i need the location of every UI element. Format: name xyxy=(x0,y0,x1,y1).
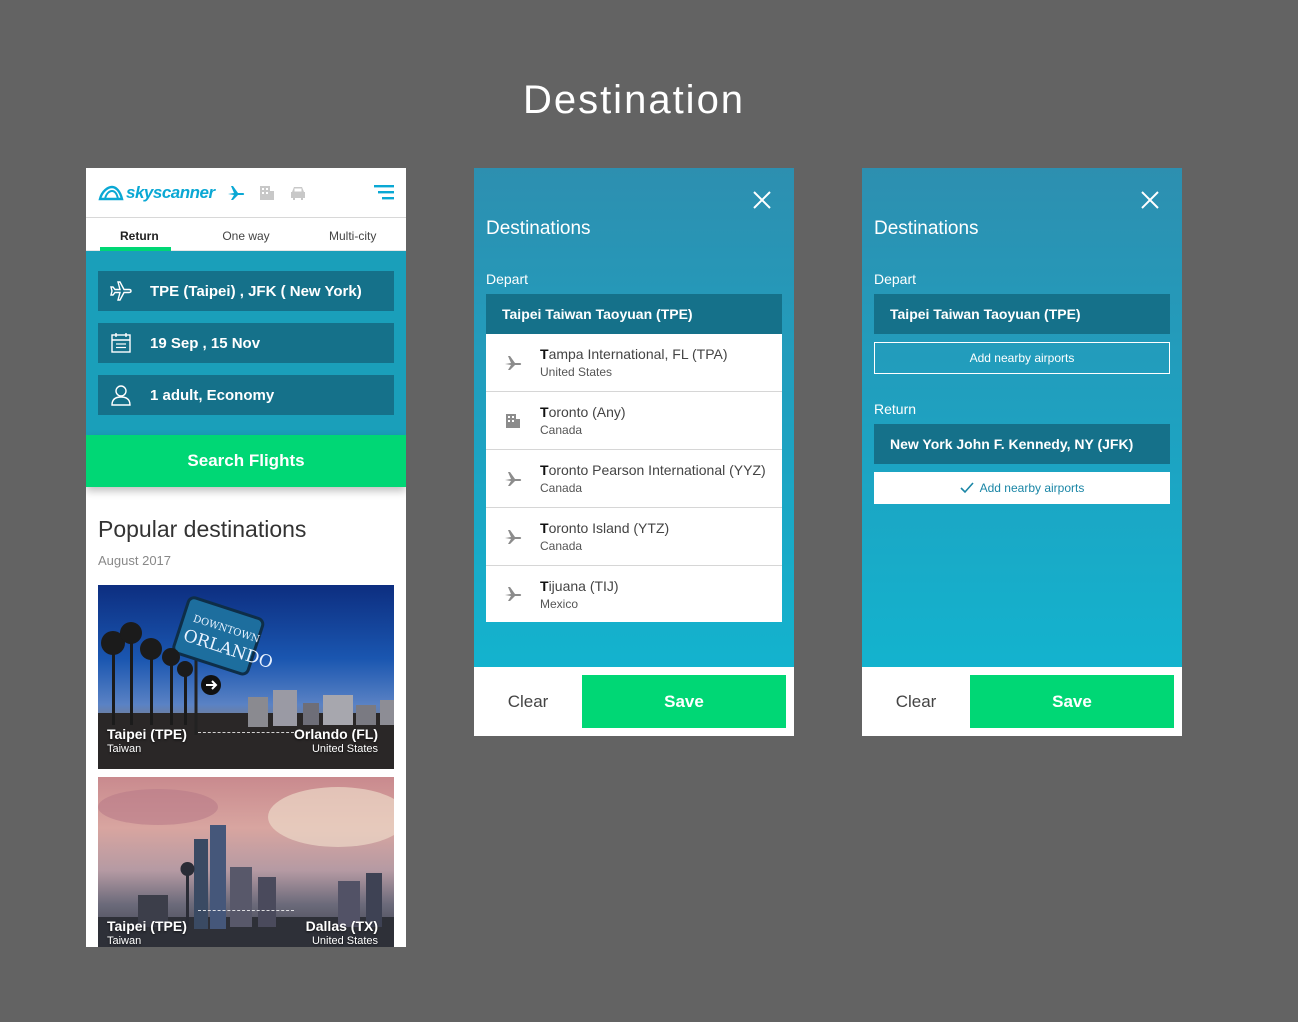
app-header: skyscanner xyxy=(86,168,406,218)
car-hire-icon[interactable] xyxy=(289,185,307,201)
plane-icon xyxy=(505,587,522,601)
flights-icon[interactable] xyxy=(227,185,245,201)
menu-icon[interactable] xyxy=(374,184,394,200)
hotels-icon[interactable] xyxy=(259,185,275,201)
save-button[interactable]: Save xyxy=(970,675,1174,728)
from-city: Taipei (TPE) xyxy=(107,918,187,934)
dates-field[interactable]: 19 Sep , 15 Nov xyxy=(98,323,394,363)
list-item[interactable]: Toronto (Any) Canada xyxy=(486,392,782,450)
add-nearby-airports-button[interactable]: Add nearby airports xyxy=(874,342,1170,374)
return-input[interactable]: New York John F. Kennedy, NY (JFK) xyxy=(874,424,1170,464)
route-dots xyxy=(198,910,294,911)
route-field[interactable]: TPE (Taipei) , JFK ( New York) xyxy=(98,271,394,311)
plane-icon xyxy=(505,355,522,370)
to-city: Dallas (TX) xyxy=(305,918,378,934)
person-icon xyxy=(108,382,134,408)
dates-text: 19 Sep , 15 Nov xyxy=(150,334,261,352)
list-item[interactable]: Toronto Pearson International (YYZ) Canad… xyxy=(486,450,782,508)
return-label: Return xyxy=(874,401,917,417)
destinations-selected-modal: Destinations Depart Taipei Taiwan Taoyua… xyxy=(862,168,1182,736)
home-screen: skyscanner Return One way Multi-city TPE… xyxy=(86,168,406,947)
depart-input[interactable]: Taipei Taiwan Taoyuan (TPE) xyxy=(486,294,782,334)
calendar-icon xyxy=(108,330,134,356)
depart-label: Depart xyxy=(486,271,529,287)
plane-icon xyxy=(505,529,522,544)
page-title: Destination xyxy=(522,78,746,122)
list-item[interactable]: Tijuana (TIJ) Mexico xyxy=(486,566,782,622)
search-panel: TPE (Taipei) , JFK ( New York) 19 Sep , … xyxy=(86,251,406,437)
modal-footer: Clear Save xyxy=(862,667,1182,736)
tab-return[interactable]: Return xyxy=(86,218,193,251)
route-text: TPE (Taipei) , JFK ( New York) xyxy=(150,282,362,300)
travellers-text: 1 adult, Economy xyxy=(150,386,275,404)
depart-input[interactable]: Taipei Taiwan Taoyuan (TPE) xyxy=(874,294,1170,334)
save-button[interactable]: Save xyxy=(582,675,786,728)
skyscanner-logo[interactable]: skyscanner xyxy=(98,183,215,203)
plane-outline-icon xyxy=(108,278,134,304)
check-icon xyxy=(960,482,974,494)
to-city: Orlando (FL) xyxy=(294,726,378,742)
trip-type-tabs: Return One way Multi-city xyxy=(86,218,406,251)
search-flights-button[interactable]: Search Flights xyxy=(86,435,406,487)
from-country: Taiwan xyxy=(107,743,142,755)
modal-footer: Clear Save xyxy=(474,667,794,736)
to-country: United States xyxy=(311,743,378,755)
travellers-field[interactable]: 1 adult, Economy xyxy=(98,375,394,415)
destination-card-orlando[interactable]: DOWNTOWN ORLANDO Taipei (TPE) Taiwan Orl… xyxy=(98,585,394,769)
list-item[interactable]: Toronto Island (YTZ) Canada xyxy=(486,508,782,566)
plane-icon xyxy=(505,471,522,486)
close-icon[interactable] xyxy=(752,190,772,210)
popular-title: Popular destinations xyxy=(98,516,307,542)
logo-text: skyscanner xyxy=(126,182,215,202)
destination-card-dallas[interactable]: Taipei (TPE) Taiwan Dallas (TX) United S… xyxy=(98,777,394,947)
list-item[interactable]: Tampa International, FL (TPA) United Stat… xyxy=(486,334,782,392)
from-city: Taipei (TPE) xyxy=(107,726,187,742)
tab-one-way[interactable]: One way xyxy=(193,218,300,250)
add-nearby-airports-toggle-checked[interactable]: Add nearby airports xyxy=(874,472,1170,504)
airport-results-list: Tampa International, FL (TPA) United Stat… xyxy=(486,334,782,622)
tab-multi-city[interactable]: Multi-city xyxy=(299,218,406,250)
from-country: Taiwan xyxy=(107,935,142,947)
city-icon xyxy=(506,413,520,428)
cloud-logo-icon xyxy=(98,185,124,200)
modal-title: Destinations xyxy=(486,218,591,239)
popular-date: August 2017 xyxy=(98,553,172,568)
add-nearby-label: Add nearby airports xyxy=(979,481,1085,495)
clear-button[interactable]: Clear xyxy=(474,692,582,712)
depart-label: Depart xyxy=(874,271,917,287)
popular-destinations: Popular destinations August 2017 xyxy=(98,516,394,568)
close-icon[interactable] xyxy=(1140,190,1160,210)
clear-button[interactable]: Clear xyxy=(862,692,970,712)
destinations-search-modal: Destinations Depart Taipei Taiwan Taoyua… xyxy=(474,168,794,736)
modal-title: Destinations xyxy=(874,218,979,239)
to-country: United States xyxy=(311,935,378,947)
